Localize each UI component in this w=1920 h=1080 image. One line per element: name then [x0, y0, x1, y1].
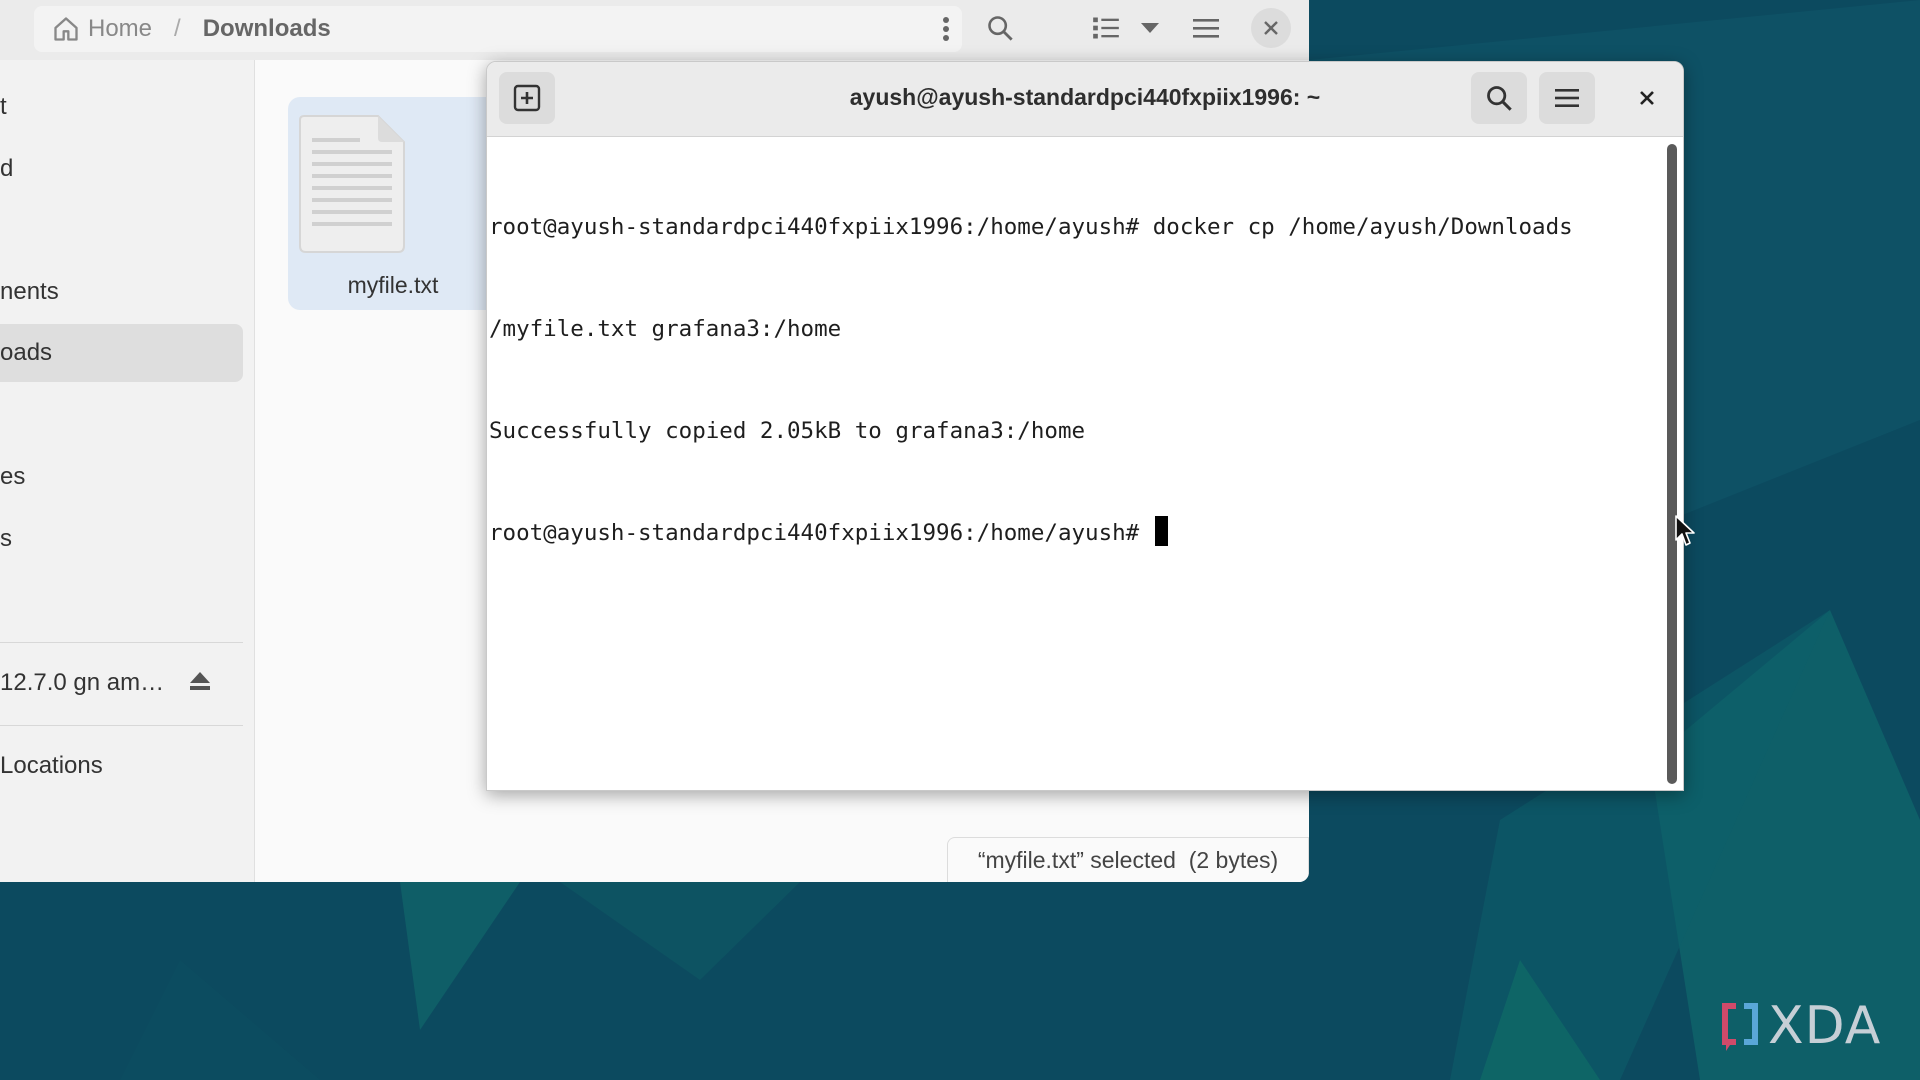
- terminal-menu-button[interactable]: [1539, 72, 1595, 124]
- sidebar-separator: [0, 642, 243, 643]
- eject-button[interactable]: [188, 670, 212, 697]
- sidebar-item-label: t: [0, 93, 7, 120]
- sidebar-item[interactable]: es: [0, 448, 243, 506]
- terminal-prompt-line: root@ayush-standardpci440fxpiix1996:/hom…: [489, 516, 1661, 550]
- file-item[interactable]: myfile.txt: [288, 97, 498, 310]
- breadcrumb-separator: /: [174, 15, 181, 42]
- status-text: “myfile.txt” selected (2 bytes): [977, 847, 1279, 873]
- breadcrumb-current[interactable]: Downloads: [203, 15, 331, 43]
- path-bar[interactable]: Home / Downloads: [34, 6, 962, 52]
- terminal-output[interactable]: root@ayush-standardpci440fxpiix1996:/hom…: [489, 142, 1661, 790]
- sidebar-item-label: Locations: [0, 752, 103, 779]
- terminal-prompt: root@ayush-standardpci440fxpiix1996:/hom…: [489, 520, 1153, 546]
- status-bar: “myfile.txt” selected (2 bytes): [947, 837, 1309, 882]
- mouse-pointer-icon: [1675, 515, 1695, 546]
- view-options-dropdown[interactable]: [1132, 8, 1168, 48]
- sidebar-item-label: s: [0, 525, 12, 552]
- text-cursor: [1154, 516, 1168, 546]
- view-list-button[interactable]: [1086, 8, 1126, 48]
- terminal-line: root@ayush-standardpci440fxpiix1996:/hom…: [489, 214, 1573, 240]
- sidebar-item-downloads[interactable]: oads: [0, 324, 243, 382]
- vertical-dots-icon[interactable]: [942, 16, 950, 42]
- hamburger-menu-icon: [1555, 89, 1579, 107]
- search-icon: [988, 16, 1013, 41]
- sidebar-item-label: nents: [0, 278, 59, 305]
- close-icon: [1264, 21, 1278, 35]
- sidebar-item-other-locations[interactable]: Locations: [0, 737, 243, 795]
- sidebar-item-label: oads: [0, 339, 53, 366]
- file-manager-header: Home / Downloads: [0, 0, 1309, 60]
- sidebar-item-label: 12.7.0 gn am…: [0, 669, 165, 696]
- watermark-text: XDA: [1768, 996, 1882, 1056]
- text-file-icon: [299, 115, 405, 253]
- sidebar: t d nents oads es s 12.7.0 gn am… Locati…: [0, 60, 255, 882]
- sidebar-item-label: d: [0, 155, 14, 182]
- file-name: myfile.txt: [347, 272, 439, 298]
- search-button[interactable]: [980, 8, 1020, 48]
- chevron-down-icon: [1141, 23, 1159, 33]
- main-menu-button[interactable]: [1186, 8, 1226, 48]
- sidebar-item[interactable]: d: [0, 140, 243, 198]
- sidebar-item-label: es: [0, 463, 26, 490]
- terminal-header: ayush@ayush-standardpci440fxpiix1996: ~: [487, 62, 1683, 137]
- home-icon: [54, 17, 78, 41]
- list-view-icon: [1093, 17, 1119, 39]
- xda-logo-icon: [1722, 1003, 1758, 1051]
- terminal-line: /myfile.txt grafana3:/home: [489, 316, 842, 342]
- terminal-window: ayush@ayush-standardpci440fxpiix1996: ~ …: [486, 61, 1684, 791]
- terminal-line: Successfully copied 2.05kB to grafana3:/…: [489, 418, 1086, 444]
- terminal-search-button[interactable]: [1471, 72, 1527, 124]
- eject-icon: [190, 672, 210, 690]
- terminal-close-button[interactable]: [1619, 72, 1675, 124]
- sidebar-item[interactable]: t: [0, 78, 243, 136]
- close-icon: [1640, 91, 1654, 105]
- hamburger-menu-icon: [1193, 19, 1219, 38]
- breadcrumb-home[interactable]: Home: [88, 15, 152, 43]
- search-icon: [1487, 86, 1512, 111]
- xda-watermark: XDA: [1718, 996, 1881, 1056]
- sidebar-item-documents[interactable]: nents: [0, 263, 243, 321]
- sidebar-item[interactable]: s: [0, 510, 243, 568]
- close-button[interactable]: [1251, 8, 1291, 48]
- sidebar-separator: [0, 725, 243, 726]
- terminal-scrollbar[interactable]: [1667, 144, 1677, 784]
